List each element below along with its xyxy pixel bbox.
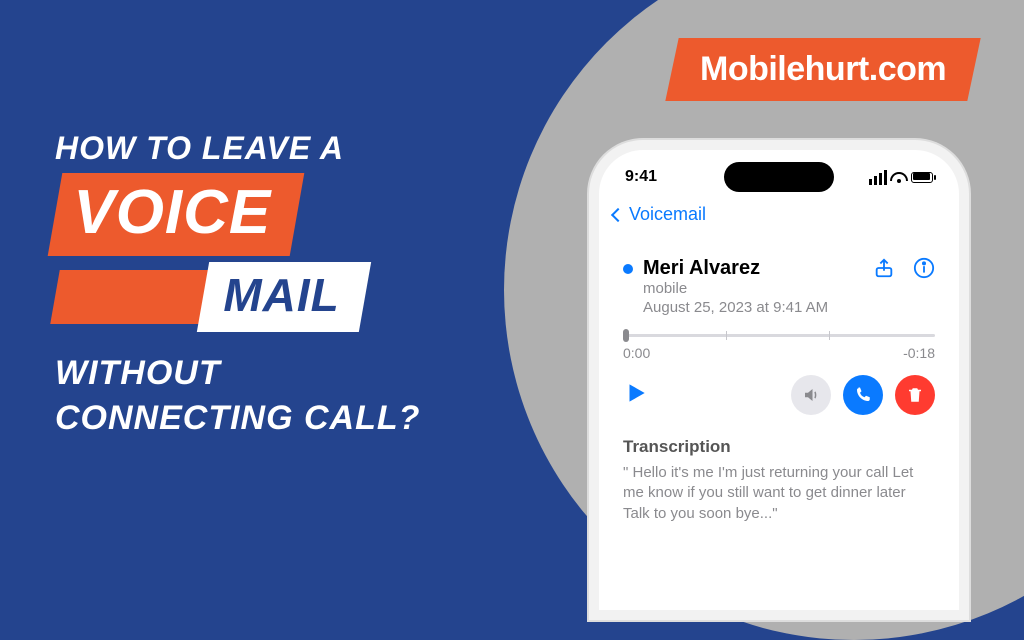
playback-controls [623, 375, 935, 415]
transcription-body: " Hello it's me I'm just returning your … [623, 463, 935, 524]
playback-scrubber[interactable]: 0:00 -0:18 [623, 334, 935, 361]
headline-mail-box: Mail [197, 262, 372, 332]
headline-voice: Voice [73, 177, 271, 248]
transcription-title: Transcription [623, 437, 935, 457]
unread-dot-icon [623, 264, 633, 274]
transcription-section: Transcription " Hello it's me I'm just r… [623, 437, 935, 524]
phone-notch [724, 162, 834, 192]
phone-mockup: 9:41 Voicemail Meri Alvarez mobile Augus… [589, 140, 969, 620]
status-icons [869, 170, 933, 185]
caller-source: mobile [643, 280, 828, 297]
elapsed-time: 0:00 [623, 345, 650, 361]
wifi-icon [891, 171, 907, 183]
headline-line5: connecting call? [55, 399, 420, 438]
voicemail-date: August 25, 2023 at 9:41 AM [643, 299, 828, 316]
voicemail-card: Meri Alvarez mobile August 25, 2023 at 9… [599, 229, 959, 534]
back-button[interactable]: Voicemail [599, 194, 959, 229]
status-time: 9:41 [625, 168, 657, 186]
signal-icon [869, 170, 887, 185]
scrubber-knob-icon[interactable] [623, 329, 629, 342]
headline-voice-box: Voice [48, 173, 305, 256]
headline-mail: Mail [223, 268, 339, 322]
speaker-button[interactable] [791, 375, 831, 415]
call-button[interactable] [843, 375, 883, 415]
remaining-time: -0:18 [903, 345, 935, 361]
brand-text: Mobilehurt.com [700, 50, 946, 89]
delete-button[interactable] [895, 375, 935, 415]
brand-badge: Mobilehurt.com [665, 38, 981, 101]
battery-icon [911, 172, 933, 183]
headline-line4: without [55, 354, 420, 393]
share-button[interactable] [873, 257, 895, 284]
chevron-left-icon [611, 207, 625, 221]
headline: How to leave a Voice Mail without connec… [55, 130, 420, 438]
info-button[interactable] [913, 257, 935, 284]
headline-line1: How to leave a [55, 130, 420, 167]
play-button[interactable] [623, 380, 649, 411]
headline-mail-row: Mail [55, 262, 420, 332]
caller-name: Meri Alvarez [643, 257, 828, 280]
back-label: Voicemail [629, 204, 706, 225]
headline-mail-accent [50, 270, 210, 324]
voicemail-header: Meri Alvarez mobile August 25, 2023 at 9… [623, 257, 935, 316]
